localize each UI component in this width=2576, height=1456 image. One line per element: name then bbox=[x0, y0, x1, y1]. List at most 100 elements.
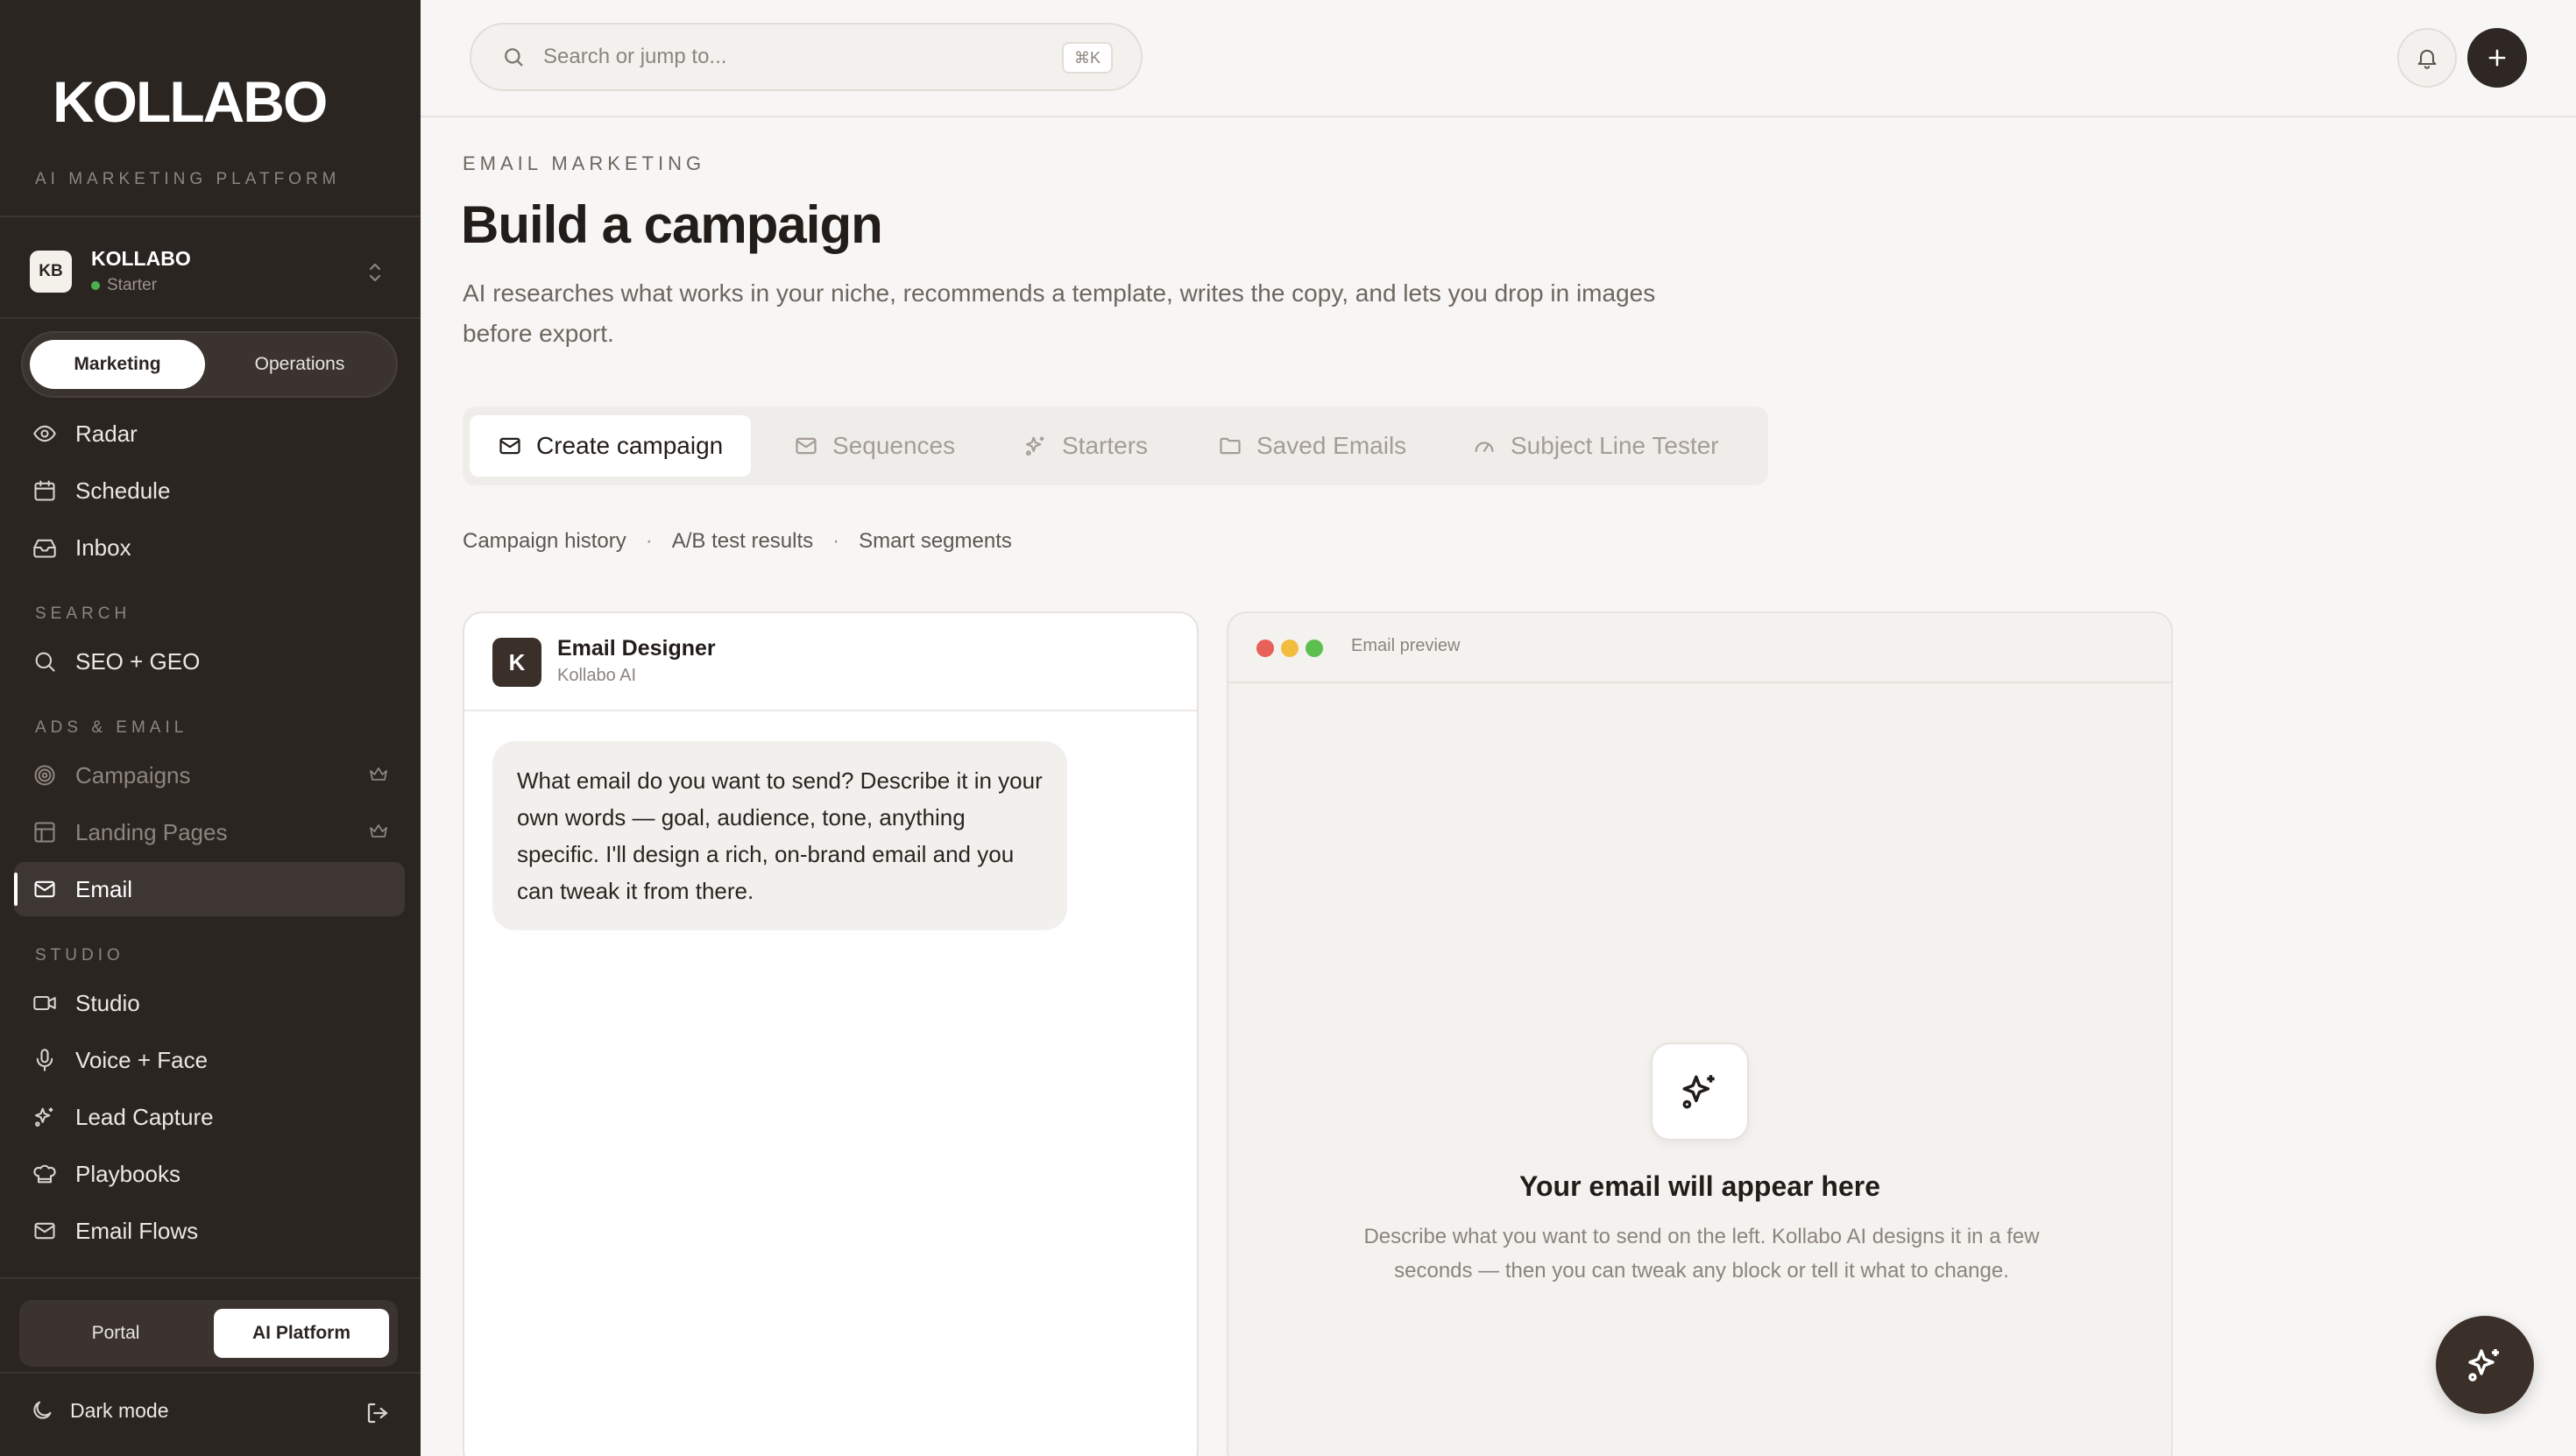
sidebar-item-schedule[interactable]: Schedule bbox=[14, 463, 405, 518]
app-tagline: AI MARKETING PLATFORM bbox=[35, 170, 341, 188]
logout-icon[interactable] bbox=[364, 1400, 391, 1426]
section-header-ads-email: ADS & EMAIL bbox=[35, 718, 188, 737]
mail-icon bbox=[498, 434, 522, 458]
tab-label: Sequences bbox=[832, 432, 956, 459]
sidebar-item-label: Email Flows bbox=[75, 1217, 199, 1244]
keyboard-shortcut-badge: ⌘K bbox=[1061, 42, 1113, 74]
window-maximize-dot bbox=[1306, 640, 1323, 657]
sidebar-item-label: Voice + Face bbox=[75, 1046, 209, 1073]
sidebar-item-playbooks[interactable]: Playbooks bbox=[14, 1147, 405, 1201]
sidebar-item-studio[interactable]: Studio bbox=[14, 976, 405, 1030]
page-description: AI researches what works in your niche, … bbox=[463, 279, 1656, 347]
sidebar-item-email[interactable]: Email bbox=[14, 862, 405, 916]
chef-hat-icon bbox=[32, 1161, 58, 1187]
window-minimize-dot bbox=[1281, 640, 1299, 657]
sidebar-item-label: Lead Capture bbox=[75, 1103, 214, 1130]
eye-icon bbox=[32, 421, 58, 447]
workspace-switcher[interactable]: KB KOLLABO Starter bbox=[30, 247, 393, 296]
workspace-plan: Starter bbox=[91, 276, 157, 295]
tab-label: Saved Emails bbox=[1256, 432, 1407, 459]
sidebar-item-landing-pages[interactable]: Landing Pages bbox=[14, 805, 405, 859]
layout-icon bbox=[32, 819, 58, 845]
preview-label: Email preview bbox=[1351, 636, 1461, 655]
create-button[interactable] bbox=[2467, 28, 2527, 88]
mail-icon bbox=[32, 876, 58, 902]
sidebar: KOLLABO AI MARKETING PLATFORM KB KOLLABO… bbox=[0, 0, 421, 1456]
tab-sequences[interactable]: Sequences bbox=[794, 415, 955, 477]
sidebar-item-lead-capture[interactable]: Lead Capture bbox=[14, 1090, 405, 1144]
link-smart-segments[interactable]: Smart segments bbox=[859, 529, 1012, 554]
tab-starters[interactable]: Starters bbox=[1023, 415, 1148, 477]
mode-toggle: Marketing Operations bbox=[21, 331, 398, 398]
assistant-message: What email do you want to send? Describe… bbox=[492, 741, 1067, 930]
preview-empty-heading: Your email will appear here bbox=[1519, 1170, 1880, 1202]
tab-portal[interactable]: Portal bbox=[28, 1309, 203, 1358]
tab-create-campaign[interactable]: Create campaign bbox=[470, 415, 752, 477]
chat-title: Email Designer bbox=[557, 636, 716, 661]
video-icon bbox=[32, 990, 58, 1016]
sidebar-divider bbox=[0, 1372, 421, 1374]
sidebar-item-campaigns[interactable]: Campaigns bbox=[14, 748, 405, 802]
sidebar-item-label: Inbox bbox=[75, 534, 131, 561]
workspace-name: KOLLABO bbox=[91, 247, 191, 270]
target-icon bbox=[32, 762, 58, 788]
platform-toggle: Portal AI Platform bbox=[19, 1300, 398, 1367]
mail-icon bbox=[32, 1218, 58, 1244]
tab-ai-platform[interactable]: AI Platform bbox=[214, 1309, 389, 1358]
dark-mode-label: Dark mode bbox=[70, 1398, 169, 1422]
mail-icon bbox=[794, 434, 818, 458]
crown-icon bbox=[370, 824, 387, 838]
gauge-icon bbox=[1472, 434, 1497, 458]
status-dot bbox=[91, 281, 100, 290]
dark-mode-toggle[interactable]: Dark mode bbox=[30, 1398, 168, 1423]
plus-icon bbox=[2488, 49, 2506, 67]
ai-assistant-button[interactable] bbox=[2436, 1316, 2534, 1414]
tab-label: Create campaign bbox=[536, 432, 724, 459]
sidebar-item-label: Radar bbox=[75, 420, 138, 447]
sidebar-item-inbox[interactable]: Inbox bbox=[14, 520, 405, 575]
link-separator: · bbox=[645, 529, 653, 553]
avatar: K bbox=[492, 638, 541, 687]
tab-operations[interactable]: Operations bbox=[212, 340, 387, 389]
microphone-icon bbox=[32, 1047, 58, 1073]
tab-marketing[interactable]: Marketing bbox=[30, 340, 205, 389]
link-separator: · bbox=[832, 529, 840, 553]
link-ab-test-results[interactable]: A/B test results bbox=[672, 529, 813, 554]
sidebar-item-label: Email bbox=[75, 875, 133, 902]
search-input[interactable]: Search or jump to... ⌘K bbox=[470, 23, 1143, 91]
search-placeholder: Search or jump to... bbox=[543, 45, 727, 68]
notifications-button[interactable] bbox=[2397, 28, 2457, 88]
sidebar-item-seo-geo[interactable]: SEO + GEO bbox=[14, 634, 405, 689]
sidebar-item-email-flows[interactable]: Email Flows bbox=[14, 1204, 405, 1258]
preview-header: Email preview bbox=[1228, 613, 2171, 683]
inbox-icon bbox=[32, 534, 58, 561]
window-close-dot bbox=[1256, 640, 1274, 657]
chevron-up-down-icon bbox=[369, 263, 381, 282]
sidebar-item-label: Landing Pages bbox=[75, 818, 228, 845]
tab-label: Starters bbox=[1062, 432, 1149, 459]
sidebar-divider bbox=[0, 317, 421, 319]
sidebar-divider bbox=[0, 1277, 421, 1279]
tab-bar: Create campaign Sequences Starters Saved… bbox=[463, 406, 1768, 485]
sidebar-item-voice-face[interactable]: Voice + Face bbox=[14, 1033, 405, 1087]
sidebar-item-label: Schedule bbox=[75, 477, 171, 504]
tab-saved-emails[interactable]: Saved Emails bbox=[1218, 415, 1406, 477]
link-campaign-history[interactable]: Campaign history bbox=[463, 529, 626, 554]
sidebar-item-label: Playbooks bbox=[75, 1160, 180, 1187]
moon-icon bbox=[33, 1401, 52, 1419]
search-icon bbox=[32, 648, 58, 675]
sidebar-item-radar[interactable]: Radar bbox=[14, 406, 405, 461]
sparkles-icon bbox=[1651, 1043, 1749, 1141]
top-bar: Search or jump to... ⌘K bbox=[421, 0, 2576, 117]
tab-label: Subject Line Tester bbox=[1511, 432, 1719, 459]
page-title: Build a campaign bbox=[461, 195, 883, 254]
sidebar-item-label: Campaigns bbox=[75, 761, 191, 788]
app-logo[interactable]: KOLLABO bbox=[53, 68, 328, 135]
sparkles-icon bbox=[32, 1104, 58, 1130]
page-eyebrow: EMAIL MARKETING bbox=[463, 152, 706, 174]
workspace-plan-label: Starter bbox=[107, 276, 158, 294]
sidebar-item-label: Studio bbox=[75, 989, 140, 1016]
sidebar-divider bbox=[0, 216, 421, 217]
tab-subject-line-tester[interactable]: Subject Line Tester bbox=[1472, 415, 1719, 477]
secondary-links: Campaign history · A/B test results · Sm… bbox=[463, 529, 1012, 554]
